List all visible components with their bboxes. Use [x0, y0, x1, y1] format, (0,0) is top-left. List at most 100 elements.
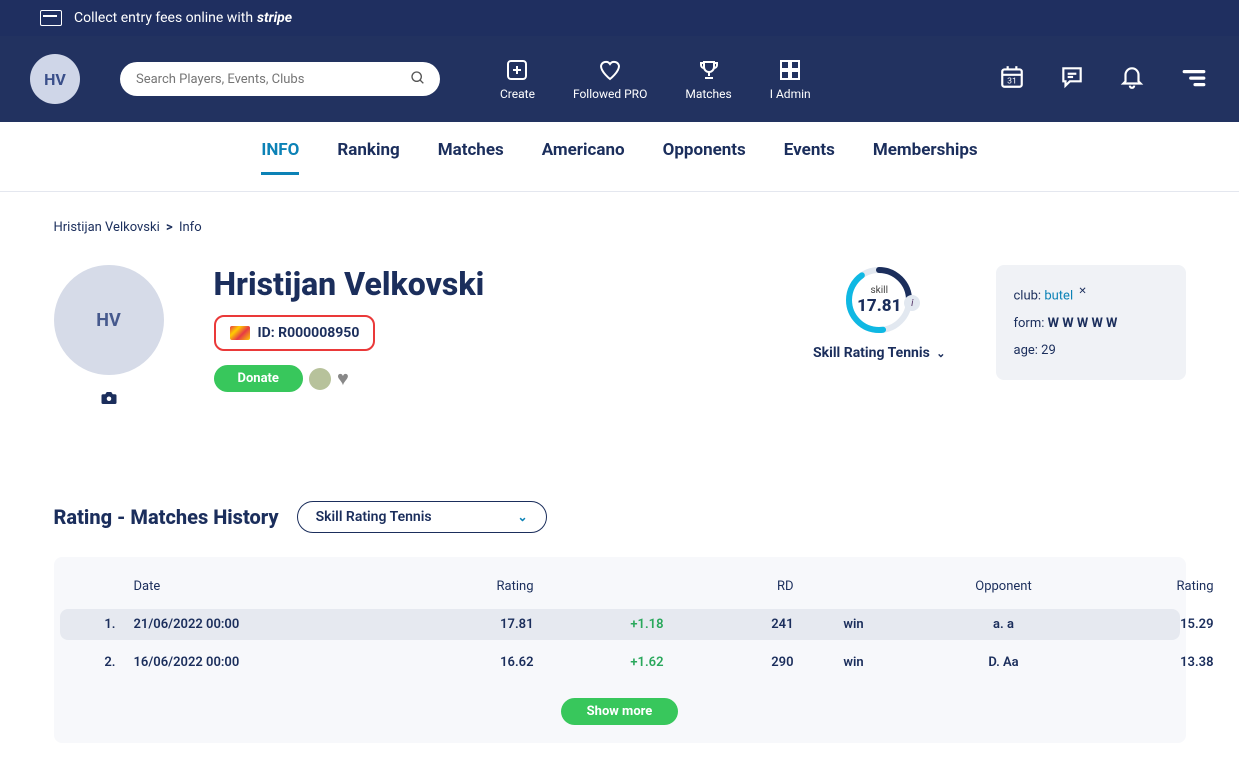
row-opponent: D. Aa	[914, 655, 1094, 670]
admin-label: I Admin	[770, 87, 811, 101]
col-opponent: Opponent	[914, 579, 1094, 594]
matches-button[interactable]: Matches	[685, 57, 731, 101]
info-card: club: butel ✕ form: W W W W W age: 29	[996, 265, 1186, 380]
search-icon[interactable]	[410, 70, 426, 90]
col-rating: Rating	[354, 579, 534, 594]
profile-tabs: INFO Ranking Matches Americano Opponents…	[0, 122, 1239, 192]
avatar-column: HV	[54, 265, 164, 411]
menu-icon[interactable]	[1179, 64, 1209, 94]
row-opp-rd: 204	[1214, 617, 1239, 632]
skill-value: 17.81	[857, 296, 901, 316]
col-opp-rd: RD	[1214, 579, 1239, 594]
card-icon	[40, 10, 62, 26]
club-label: club:	[1014, 288, 1042, 303]
tab-events[interactable]: Events	[784, 140, 835, 175]
row-rating: 16.62	[354, 655, 534, 670]
main-header: HV Create Followed PRO Matches I Admin 3…	[0, 36, 1239, 122]
profile-name: Hristijan Velkovski	[214, 265, 485, 303]
club-link[interactable]: butel	[1044, 288, 1073, 303]
row-rd: 241	[664, 617, 794, 632]
header-actions: Create Followed PRO Matches I Admin	[500, 57, 811, 101]
camera-icon[interactable]	[99, 389, 119, 411]
row-delta: +1.18	[534, 617, 664, 632]
tab-ranking[interactable]: Ranking	[337, 140, 399, 175]
tab-opponents[interactable]: Opponents	[663, 140, 746, 175]
skill-ring: skill 17.81 i	[844, 265, 914, 335]
row-delta: +1.62	[534, 655, 664, 670]
row-result: win	[794, 655, 914, 670]
dropdown-value: Skill Rating Tennis	[316, 509, 432, 525]
content-area: Hristijan Velkovski > Info HV Hristijan …	[30, 192, 1210, 771]
age-label: age:	[1014, 343, 1038, 358]
create-label: Create	[500, 87, 535, 101]
tennis-ball-icon[interactable]	[309, 368, 331, 390]
trophy-icon	[696, 57, 722, 83]
search-wrap	[120, 62, 440, 96]
row-date: 16/06/2022 00:00	[134, 655, 354, 670]
grid-icon	[777, 57, 803, 83]
form-value: W W W W W	[1048, 316, 1118, 331]
chevron-down-icon: ⌄	[518, 510, 528, 524]
bell-icon[interactable]	[1119, 64, 1145, 94]
plus-square-icon	[504, 57, 530, 83]
table-row[interactable]: 2. 16/06/2022 00:00 16.62 +1.62 290 win …	[60, 647, 1180, 678]
admin-button[interactable]: I Admin	[770, 57, 811, 101]
row-num: 1.	[74, 617, 134, 632]
calendar-icon[interactable]: 31	[999, 64, 1025, 94]
stripe-banner[interactable]: Collect entry fees online with stripe	[0, 0, 1239, 36]
flag-icon	[230, 326, 250, 340]
history-section: Rating - Matches History Skill Rating Te…	[54, 501, 1186, 743]
history-filter-dropdown[interactable]: Skill Rating Tennis ⌄	[297, 501, 547, 533]
breadcrumb-name[interactable]: Hristijan Velkovski	[54, 220, 160, 235]
banner-text: Collect entry fees online with	[74, 10, 253, 26]
show-more-button[interactable]: Show more	[561, 698, 679, 725]
breadcrumb: Hristijan Velkovski > Info	[54, 220, 1186, 235]
profile-row: HV Hristijan Velkovski ID: R000008950 Do…	[54, 265, 1186, 411]
player-id-box: ID: R000008950	[214, 315, 376, 351]
tab-americano[interactable]: Americano	[542, 140, 625, 175]
favorite-heart-icon[interactable]: ♥	[337, 366, 349, 391]
history-header: Rating - Matches History Skill Rating Te…	[54, 501, 1186, 533]
tab-memberships[interactable]: Memberships	[873, 140, 978, 175]
player-id: ID: R000008950	[258, 325, 360, 341]
row-result: win	[794, 617, 914, 632]
breadcrumb-sep: >	[166, 220, 173, 235]
row-num: 2.	[74, 655, 134, 670]
tab-matches[interactable]: Matches	[438, 140, 504, 175]
col-opp-rating: Rating	[1094, 579, 1214, 594]
remove-club-icon[interactable]: ✕	[1078, 286, 1086, 297]
info-icon[interactable]: i	[904, 295, 920, 311]
search-input[interactable]	[120, 62, 440, 96]
col-rd: RD	[664, 579, 794, 594]
row-opp-rd: 290	[1214, 655, 1239, 670]
donate-row: Donate ♥	[214, 365, 485, 392]
table-head: Date Rating RD Opponent Rating RD	[60, 571, 1180, 602]
profile-main: Hristijan Velkovski ID: R000008950 Donat…	[214, 265, 485, 392]
skill-caption-text: Skill Rating Tennis	[813, 345, 930, 361]
create-button[interactable]: Create	[500, 57, 535, 101]
skill-label: skill	[871, 285, 889, 296]
user-avatar[interactable]: HV	[30, 54, 80, 104]
history-table: Date Rating RD Opponent Rating RD 1. 21/…	[54, 557, 1186, 743]
profile-avatar[interactable]: HV	[54, 265, 164, 375]
table-row[interactable]: 1. 21/06/2022 00:00 17.81 +1.18 241 win …	[60, 609, 1180, 640]
matches-label: Matches	[685, 87, 731, 101]
heart-icon	[597, 57, 623, 83]
breadcrumb-page: Info	[179, 220, 202, 235]
chat-icon[interactable]	[1059, 64, 1085, 94]
history-title: Rating - Matches History	[54, 505, 279, 529]
tab-info[interactable]: INFO	[261, 140, 299, 175]
followed-label: Followed PRO	[573, 87, 647, 101]
right-icons: 31	[999, 64, 1209, 94]
skill-column: skill 17.81 i Skill Rating Tennis ⌄	[813, 265, 945, 361]
age-value: 29	[1041, 343, 1056, 358]
row-rating: 17.81	[354, 617, 534, 632]
form-label: form:	[1014, 316, 1045, 331]
row-opp-rating: 13.38	[1094, 655, 1214, 670]
svg-text:31: 31	[1007, 77, 1017, 87]
row-rd: 290	[664, 655, 794, 670]
donate-button[interactable]: Donate	[214, 365, 303, 392]
col-date: Date	[134, 579, 354, 594]
followed-button[interactable]: Followed PRO	[573, 57, 647, 101]
skill-rating-dropdown[interactable]: Skill Rating Tennis ⌄	[813, 345, 945, 361]
